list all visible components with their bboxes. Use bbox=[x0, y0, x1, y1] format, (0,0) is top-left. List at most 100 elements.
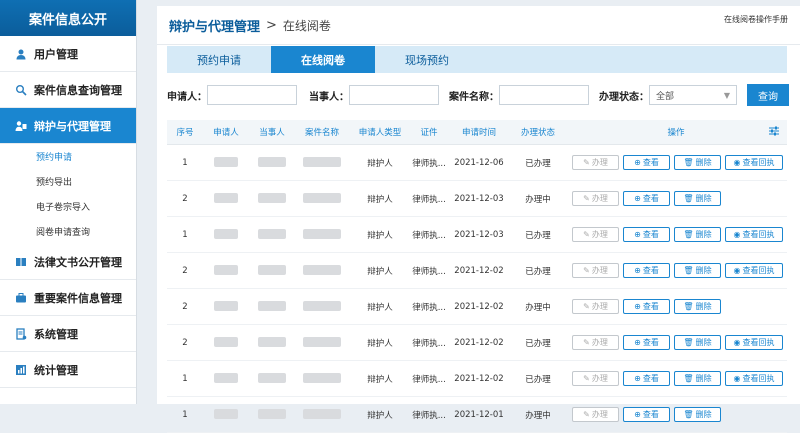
tab-appointment[interactable]: 预约申请 bbox=[167, 46, 271, 73]
status-select[interactable]: 全部 ▼ bbox=[649, 85, 737, 105]
eye-icon: ◉ bbox=[733, 230, 741, 239]
apply-date: 2021-12-03 bbox=[447, 180, 511, 217]
redacted-party bbox=[258, 337, 286, 348]
eye-icon: ◉ bbox=[733, 158, 741, 167]
view-button[interactable]: ⊕ 查看 bbox=[623, 227, 670, 242]
zoom-icon: ⊕ bbox=[634, 158, 641, 167]
main-panel: 辩护与代理管理 > 在线阅卷 在线阅卷操作手册 预约申请 在线阅卷 现场预约 申… bbox=[157, 6, 800, 433]
page-title: 辩护与代理管理 bbox=[169, 19, 261, 35]
zoom-icon: ⊕ bbox=[634, 302, 641, 311]
handle-button[interactable]: ✎ 办理 bbox=[572, 299, 619, 314]
trash-icon: 🗑 bbox=[683, 230, 694, 239]
applicant-type: 辩护人 bbox=[349, 360, 411, 397]
handle-button[interactable]: ✎ 办理 bbox=[572, 407, 619, 422]
certificate: 律师执... bbox=[411, 144, 447, 181]
delete-button[interactable]: 🗑 删除 bbox=[674, 227, 721, 242]
sidebar-item-label: 用户管理 bbox=[34, 47, 78, 61]
eye-icon: ◉ bbox=[733, 266, 741, 275]
column-settings-icon[interactable] bbox=[769, 126, 779, 139]
delete-button[interactable]: 🗑 删除 bbox=[674, 371, 721, 386]
row-number: 1 bbox=[167, 216, 203, 253]
view-button[interactable]: ⊕ 查看 bbox=[623, 335, 670, 350]
help-manual-link[interactable]: 在线阅卷操作手册 bbox=[724, 14, 788, 25]
redacted-party bbox=[258, 409, 286, 420]
status-label: 办理状态： bbox=[599, 91, 649, 103]
delete-button[interactable]: 🗑 删除 bbox=[674, 299, 721, 314]
handle-button[interactable]: ✎ 办理 bbox=[572, 191, 619, 206]
delete-button[interactable]: 🗑 删除 bbox=[674, 335, 721, 350]
redacted-party bbox=[258, 157, 286, 168]
certificate: 律师执... bbox=[411, 396, 447, 433]
results-table: 序号 申请人 当事人 案件名称 申请人类型 证件 申请时间 办理状态 操作 1 辩… bbox=[167, 120, 787, 433]
sidebar-item-user-management[interactable]: 用户管理 bbox=[0, 36, 136, 72]
column-header: 操作 bbox=[565, 120, 787, 145]
handle-button[interactable]: ✎ 办理 bbox=[572, 335, 619, 350]
sidebar-item-defense-agency[interactable]: 辩护与代理管理 bbox=[0, 108, 136, 144]
sidebar-item-case-query[interactable]: 案件信息查询管理 bbox=[0, 72, 136, 108]
delete-button[interactable]: 🗑 删除 bbox=[674, 191, 721, 206]
view-receipt-button[interactable]: ◉ 查看回执 bbox=[725, 155, 783, 170]
apply-date: 2021-12-02 bbox=[447, 288, 511, 325]
view-receipt-button[interactable]: ◉ 查看回执 bbox=[725, 263, 783, 278]
submenu-item-appointment-export[interactable]: 预约导出 bbox=[0, 169, 136, 194]
submenu-item-e-file-import[interactable]: 电子卷宗导入 bbox=[0, 194, 136, 219]
delete-button[interactable]: 🗑 删除 bbox=[674, 407, 721, 422]
handle-button[interactable]: ✎ 办理 bbox=[572, 371, 619, 386]
tab-online-review[interactable]: 在线阅卷 bbox=[271, 46, 375, 73]
page-subtitle: 在线阅卷 bbox=[282, 18, 331, 33]
column-header: 案件名称 bbox=[295, 120, 349, 145]
view-button[interactable]: ⊕ 查看 bbox=[623, 191, 670, 206]
query-button[interactable]: 查询 bbox=[747, 84, 789, 106]
edit-icon: ✎ bbox=[583, 374, 590, 383]
trash-icon: 🗑 bbox=[683, 302, 694, 311]
sidebar-item-important-cases[interactable]: 重要案件信息管理 bbox=[0, 280, 136, 316]
edit-icon: ✎ bbox=[583, 410, 590, 419]
delete-button[interactable]: 🗑 删除 bbox=[674, 155, 721, 170]
handle-status: 办理中 bbox=[511, 396, 565, 433]
sidebar-item-statistics[interactable]: 统计管理 bbox=[0, 352, 136, 388]
handle-button[interactable]: ✎ 办理 bbox=[572, 155, 619, 170]
view-button[interactable]: ⊕ 查看 bbox=[623, 155, 670, 170]
row-number: 2 bbox=[167, 252, 203, 289]
table-row: 2 辩护人 律师执... 2021-12-02 办理中 ✎ 办理 ⊕ 查看 🗑 删除 bbox=[167, 288, 787, 325]
view-receipt-button[interactable]: ◉ 查看回执 bbox=[725, 371, 783, 386]
redacted-applicant bbox=[214, 157, 238, 168]
sidebar-item-label: 案件信息查询管理 bbox=[34, 83, 122, 97]
tab-onsite-appointment[interactable]: 现场预约 bbox=[375, 46, 479, 73]
view-receipt-button[interactable]: ◉ 查看回执 bbox=[725, 335, 783, 350]
row-operations: ✎ 办理 ⊕ 查看 🗑 删除 bbox=[566, 407, 786, 422]
handle-button[interactable]: ✎ 办理 bbox=[572, 263, 619, 278]
sidebar-item-legal-docs[interactable]: 法律文书公开管理 bbox=[0, 244, 136, 280]
applicant-input[interactable] bbox=[207, 85, 297, 105]
edit-icon: ✎ bbox=[583, 338, 590, 347]
trash-icon: 🗑 bbox=[683, 194, 694, 203]
view-button[interactable]: ⊕ 查看 bbox=[623, 299, 670, 314]
row-number: 2 bbox=[167, 180, 203, 217]
row-operations: ✎ 办理 ⊕ 查看 🗑 删除 ◉ 查看回执 bbox=[566, 371, 786, 386]
view-receipt-button[interactable]: ◉ 查看回执 bbox=[725, 227, 783, 242]
submenu-item-appointment-apply[interactable]: 预约申请 bbox=[0, 144, 136, 169]
column-header: 序号 bbox=[167, 120, 203, 145]
zoom-icon: ⊕ bbox=[634, 194, 641, 203]
redacted-case-name bbox=[303, 301, 341, 312]
view-button[interactable]: ⊕ 查看 bbox=[623, 407, 670, 422]
apply-date: 2021-12-02 bbox=[447, 324, 511, 361]
certificate: 律师执... bbox=[411, 180, 447, 217]
handle-button[interactable]: ✎ 办理 bbox=[572, 227, 619, 242]
column-header: 申请时间 bbox=[447, 120, 511, 145]
table-row: 2 辩护人 律师执... 2021-12-02 已办理 ✎ 办理 ⊕ 查看 🗑 删除 ◉ 查看回执 bbox=[167, 324, 787, 361]
handle-status: 办理中 bbox=[511, 288, 565, 325]
view-button[interactable]: ⊕ 查看 bbox=[623, 371, 670, 386]
applicant-type: 辩护人 bbox=[349, 324, 411, 361]
case-name-input[interactable] bbox=[499, 85, 589, 105]
row-number: 1 bbox=[167, 144, 203, 181]
row-operations: ✎ 办理 ⊕ 查看 🗑 删除 ◉ 查看回执 bbox=[566, 335, 786, 350]
handle-status: 已办理 bbox=[511, 144, 565, 181]
delete-button[interactable]: 🗑 删除 bbox=[674, 263, 721, 278]
sidebar-item-label: 辩护与代理管理 bbox=[34, 119, 111, 133]
sidebar-item-system[interactable]: 系统管理 bbox=[0, 316, 136, 352]
view-button[interactable]: ⊕ 查看 bbox=[623, 263, 670, 278]
party-input[interactable] bbox=[349, 85, 439, 105]
table-row: 1 辩护人 律师执... 2021-12-06 已办理 ✎ 办理 ⊕ 查看 🗑 删除 ◉ 查看回执 bbox=[167, 144, 787, 181]
submenu-item-review-query[interactable]: 阅卷申请查询 bbox=[0, 219, 136, 244]
